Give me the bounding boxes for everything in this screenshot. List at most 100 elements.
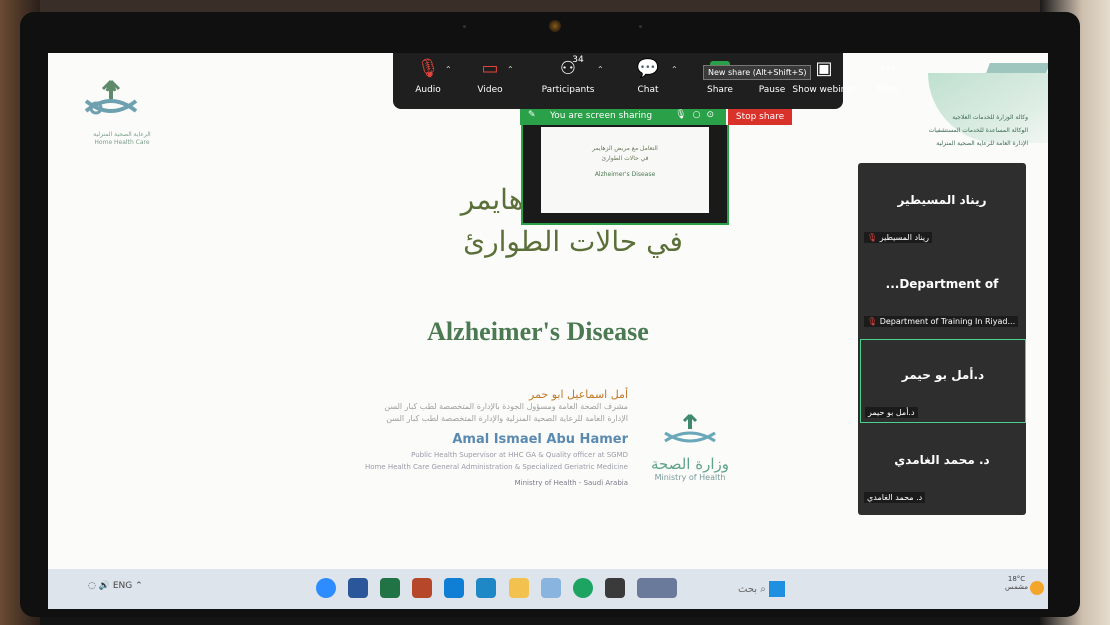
video-label: Video — [477, 85, 503, 95]
zoom-app-icon[interactable] — [316, 577, 336, 598]
share-preview: التعامل مع مريض الزهايمر في حالات الطوار… — [521, 125, 729, 225]
wifi-icon[interactable]: ◌ — [88, 581, 96, 591]
sensor-dot — [639, 25, 642, 28]
taskbar-apps — [316, 577, 684, 601]
participant-name: د. محمد الغامدي — [894, 453, 990, 467]
speaker-dept-arabic: الإدارة العامة للرعاية الصحية المنزلية و… — [386, 414, 628, 423]
preview-slide: التعامل مع مريض الزهايمر في حالات الطوار… — [541, 127, 709, 213]
hhc-arabic: الرعاية الصحية المنزلية — [93, 131, 151, 138]
speaker-title-arabic: مشرف الصحة العامة ومسؤول الجودة بالإدارة… — [384, 402, 628, 411]
participant-label: 🎙 Department of Training In Riyad... — [864, 316, 1019, 327]
speaker-name-english: Amal Ismael Abu Hamer — [452, 432, 628, 447]
slide-header-right: وكالة الوزارة للخدمات العلاجية الوكالة ا… — [898, 111, 1028, 150]
weather-widget[interactable]: 18°C مشمس — [1005, 575, 1028, 591]
preview-line: في حالات الطوارئ — [601, 155, 649, 162]
header-line: الإدارة العامة للرعاية الصحية المنزلية — [936, 140, 1028, 147]
video-off-icon: ▭ — [481, 58, 499, 79]
preview-line: Alzheimer's Disease — [594, 171, 656, 178]
participant-name: ريناد المسيطير — [897, 193, 987, 207]
app-icon[interactable] — [604, 577, 625, 598]
moh-logo: وزارة الصحة Ministry of Health — [645, 411, 735, 491]
mic-muted-icon: 🎙 — [416, 58, 440, 79]
more-label: More — [876, 85, 900, 95]
participant-name: د.أمل بو حيمر — [901, 368, 985, 382]
windows-start-icon[interactable] — [769, 581, 786, 597]
chevron-up-icon[interactable]: ⌃ — [445, 65, 452, 74]
chat-label: Chat — [637, 85, 659, 95]
show-webinar-button[interactable]: ▣ Show webinar — [789, 57, 859, 107]
chevron-up-icon[interactable]: ⌃ — [671, 65, 678, 74]
participant-gallery: ريناد المسيطير 🎙 ريناد المسيطير Departme… — [858, 163, 1026, 515]
participant-label-text: ريناد المسيطير — [879, 233, 929, 242]
sharing-controls[interactable]: 🎙○⊙ — [675, 110, 720, 120]
search-label: بحث — [738, 584, 758, 595]
zoom-toolbar: 🎙 Audio ⌃ ▭ Video ⌃ 34 ⚇ Participants ⌃ … — [393, 53, 856, 109]
search-box[interactable]: بحث ⌕ — [738, 581, 786, 597]
audio-button[interactable]: 🎙 Audio — [393, 57, 463, 107]
hhc-english: Home Health Care — [94, 139, 150, 146]
drag-handle-icon[interactable]: ✎ — [528, 110, 536, 120]
slide-title-english: Alzheimer's Disease — [427, 317, 649, 346]
sharing-status: You are screen sharing — [550, 111, 653, 121]
participant-tile-active[interactable]: د.أمل بو حيمر د.أمل بو حيمر — [860, 339, 1026, 423]
edge-browser-icon[interactable] — [572, 577, 593, 598]
hhc-logo: الرعاية الصحية المنزلية Home Health Care — [66, 71, 156, 146]
file-explorer-icon[interactable] — [508, 577, 529, 598]
moh-english: Ministry of Health — [654, 473, 726, 482]
system-tray-left[interactable]: ◌ 🔊 ENG ⌃ — [88, 581, 143, 591]
participants-button[interactable]: 34 ⚇ Participants — [533, 55, 603, 107]
chevron-up-icon[interactable]: ⌃ — [507, 65, 514, 74]
background-top — [40, 0, 1040, 12]
access-app-icon[interactable] — [412, 577, 433, 598]
video-button[interactable]: ▭ Video — [455, 57, 525, 107]
header-line: الوكالة المساعدة للخدمات المستشفيات — [928, 127, 1028, 134]
more-button[interactable]: ⋯ More — [863, 57, 913, 107]
weather-text: مشمس — [1005, 583, 1028, 591]
participant-tile[interactable]: Department of... 🎙 Department of Trainin… — [860, 249, 1024, 331]
webinar-icon: ▣ — [815, 58, 833, 79]
word-app-icon[interactable] — [348, 577, 369, 598]
participant-label: 🎙 ريناد المسيطير — [864, 232, 932, 243]
excel-app-icon[interactable] — [380, 577, 401, 598]
preview-line: التعامل مع مريض الزهايمر — [592, 145, 658, 152]
temperature: 18°C — [1007, 575, 1026, 583]
participant-label-text: Department of Training In Riyad... — [879, 317, 1016, 326]
mic-muted-icon: 🎙 — [867, 317, 878, 326]
palm-swords-icon — [84, 79, 138, 115]
participants-label: Participants — [541, 85, 595, 95]
volume-icon[interactable]: 🔊 — [99, 581, 113, 591]
moh-arabic: وزارة الصحة — [651, 455, 729, 473]
participants-count: 34 — [572, 55, 584, 65]
more-icon: ⋯ — [879, 58, 897, 79]
participant-name: Department of... — [885, 277, 999, 291]
speaker-dept-english: Home Health Care General Administration … — [364, 463, 628, 471]
participant-tile[interactable]: ريناد المسيطير 🎙 ريناد المسيطير — [860, 165, 1024, 247]
sensor-dot — [463, 25, 466, 28]
screen-sharing-bar[interactable]: ✎ You are screen sharing 🎙○⊙ — [520, 109, 726, 125]
mic-muted-icon: 🎙 — [867, 233, 878, 242]
audio-label: Audio — [415, 85, 441, 95]
windows-taskbar: ◌ 🔊 ENG ⌃ بحث ⌕ 18°C مشمس — [48, 569, 1048, 609]
show-webinar-label: Show webinar — [792, 85, 856, 95]
participant-label: د. محمد الغامدي — [864, 492, 926, 503]
webcam — [549, 20, 561, 32]
language-indicator[interactable]: ENG — [113, 581, 132, 591]
speaker-name-arabic: أمل اسماعيل ابو حمر — [529, 388, 628, 401]
copilot-icon[interactable] — [540, 577, 561, 598]
participant-tile[interactable]: د. محمد الغامدي د. محمد الغامدي — [860, 425, 1024, 507]
speaker-country: Ministry of Health - Saudi Arabia — [514, 479, 628, 487]
outlook-app-icon[interactable] — [444, 577, 465, 598]
participant-label: د.أمل بو حيمر — [865, 407, 918, 418]
header-line: وكالة الوزارة للخدمات العلاجية — [952, 114, 1028, 121]
chevron-up-icon[interactable]: ⌃ — [135, 581, 143, 591]
speaker-info: أمل اسماعيل ابو حمر مشرف الصحة العامة وم… — [318, 389, 628, 489]
weather-sun-icon — [1030, 581, 1044, 595]
stop-share-button[interactable]: Stop share — [728, 109, 792, 125]
app-icon[interactable] — [636, 577, 677, 598]
slide-band — [986, 63, 1048, 73]
laptop-screen: الرعاية الصحية المنزلية Home Health Care… — [48, 53, 1048, 609]
speaker-title-english: Public Health Supervisor at HHC GA & Qua… — [411, 451, 628, 459]
slide-title-arabic-2: في حالات الطوارئ — [463, 225, 683, 258]
chevron-up-icon[interactable]: ⌃ — [597, 65, 604, 74]
app-icon[interactable] — [476, 577, 497, 598]
